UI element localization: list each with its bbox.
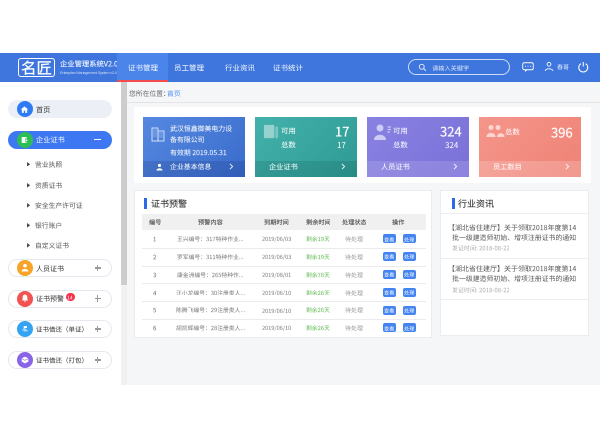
svg-text:Enterprise Management System v: Enterprise Management System v2.0 xyxy=(60,70,118,75)
